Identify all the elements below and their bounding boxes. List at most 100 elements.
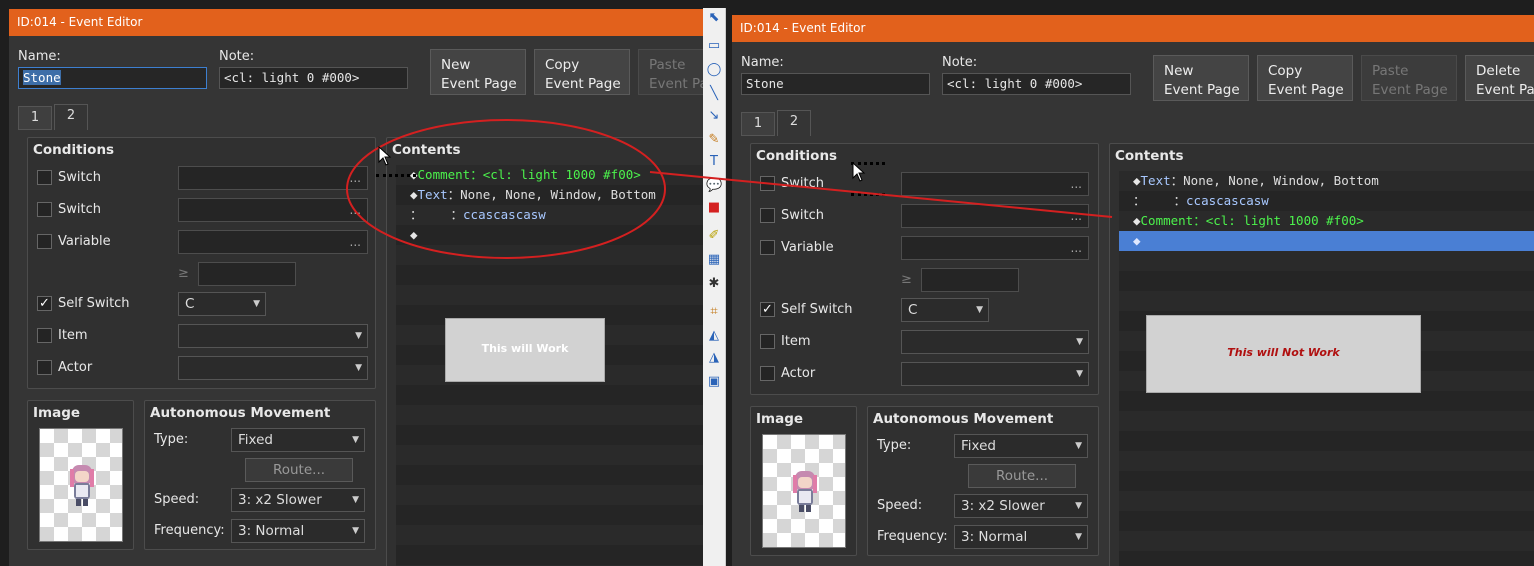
left-new-event-page-button[interactable]: New Event Page xyxy=(430,49,526,95)
right-variable-checkbox[interactable] xyxy=(760,240,775,255)
right-event-image[interactable] xyxy=(762,434,846,548)
flip-h-icon[interactable]: ◭ xyxy=(706,328,722,344)
left-frequency-dropdown[interactable]: 3: Normal ▼ xyxy=(231,519,365,543)
pointer-icon[interactable]: ⬉ xyxy=(706,10,722,26)
right-tab-1[interactable]: 1 xyxy=(741,112,775,136)
callout-icon[interactable]: 💬 xyxy=(706,178,722,194)
left-variable-selector[interactable]: ... xyxy=(178,230,368,254)
right-frequency-dropdown[interactable]: 3: Normal ▼ xyxy=(954,525,1088,549)
left-self-switch-dropdown[interactable]: C ▼ xyxy=(178,292,266,316)
right-switch2-checkbox[interactable] xyxy=(760,208,775,223)
left-actor-checkbox[interactable] xyxy=(37,360,52,375)
list-item[interactable]: ◆Comment：<cl: light 1000 #f00> xyxy=(410,165,641,185)
line-icon[interactable]: ╲ xyxy=(706,86,722,102)
left-route-button[interactable]: Route... xyxy=(245,458,353,482)
mouse-cursor-icon xyxy=(852,162,866,182)
right-name-input[interactable]: Stone xyxy=(741,73,930,95)
right-self-switch-dropdown[interactable]: C ▼ xyxy=(901,298,989,322)
right-switch2-selector[interactable]: ... xyxy=(901,204,1089,228)
left-variable-value-spinner[interactable] xyxy=(198,262,296,286)
chevron-down-icon: ▼ xyxy=(1076,337,1083,347)
list-item[interactable]: ：：ccascascasw xyxy=(410,205,546,225)
right-switch1-selector[interactable]: ... xyxy=(901,172,1089,196)
left-switch1-label: Switch xyxy=(58,170,101,185)
right-image-panel: Image xyxy=(750,406,857,556)
left-copy-event-page-button[interactable]: Copy Event Page xyxy=(534,49,630,95)
right-ge-symbol: ≥ xyxy=(901,272,912,287)
list-item[interactable]: ：：ccascascasw xyxy=(1133,191,1269,211)
right-actor-dropdown[interactable]: ▼ xyxy=(901,362,1089,386)
left-switch2-checkbox[interactable] xyxy=(37,202,52,217)
left-note-input[interactable]: <cl: light 0 #000> xyxy=(219,67,408,89)
left-actor-label: Actor xyxy=(58,360,93,375)
right-note-input[interactable]: <cl: light 0 #000> xyxy=(942,73,1131,95)
right-new-event-page-button[interactable]: New Event Page xyxy=(1153,55,1249,101)
left-window-titlebar[interactable]: ID:014 - Event Editor xyxy=(9,9,703,36)
left-speed-value: 3: x2 Slower xyxy=(238,492,322,508)
left-variable-checkbox[interactable] xyxy=(37,234,52,249)
right-window-titlebar[interactable]: ID:014 - Event Editor xyxy=(732,15,1534,42)
left-speed-dropdown[interactable]: 3: x2 Slower ▼ xyxy=(231,488,365,512)
left-type-dropdown[interactable]: Fixed ▼ xyxy=(231,428,365,452)
text-icon[interactable]: T xyxy=(706,154,722,170)
right-contents-panel: Contents ◆Text：None, None, Window, Botto… xyxy=(1109,143,1534,566)
list-item[interactable]: ◆ xyxy=(410,225,418,245)
left-item-checkbox[interactable] xyxy=(37,328,52,343)
rectangle-icon[interactable]: ▭ xyxy=(706,38,722,54)
right-actor-checkbox[interactable] xyxy=(760,366,775,381)
left-name-input[interactable]: Stone xyxy=(18,67,207,89)
left-image-title: Image xyxy=(33,405,81,421)
character-sprite xyxy=(70,465,94,506)
arrow-icon[interactable]: ↘ xyxy=(706,108,722,124)
left-switch2-selector[interactable]: ... xyxy=(178,198,368,222)
flip-v-icon[interactable]: ◮ xyxy=(706,350,722,366)
left-item-dropdown[interactable]: ▼ xyxy=(178,324,368,348)
right-delete-event-page-button[interactable]: Delete Event Pa xyxy=(1465,55,1534,101)
list-item[interactable]: ◆Text：None, None, Window, Bottom xyxy=(410,185,656,205)
frame-icon[interactable]: ▣ xyxy=(706,374,722,390)
ellipse-icon[interactable]: ◯ xyxy=(706,62,722,78)
mouse-cursor-icon xyxy=(378,146,392,166)
right-variable-selector[interactable]: ... xyxy=(901,236,1089,260)
highlighter-icon[interactable]: ✐ xyxy=(706,228,722,244)
left-tab-1[interactable]: 1 xyxy=(18,106,52,130)
left-switch1-checkbox[interactable] xyxy=(37,170,52,185)
right-self-switch-checkbox[interactable]: ✓ xyxy=(760,302,775,317)
stamp-icon[interactable]: ■ xyxy=(706,200,722,216)
right-contents-title: Contents xyxy=(1115,148,1184,164)
left-paste-event-page-button[interactable]: Paste Event Pa xyxy=(638,49,703,95)
right-frequency-label: Frequency: xyxy=(877,529,948,544)
right-switch1-checkbox[interactable] xyxy=(760,176,775,191)
list-item[interactable]: ◆Comment：<cl: light 1000 #f00> xyxy=(1133,211,1364,231)
crop-icon[interactable]: ⌗ xyxy=(706,304,722,320)
list-item[interactable]: ◆ xyxy=(1133,231,1141,251)
left-tab-2[interactable]: 2 xyxy=(54,104,88,130)
right-route-button[interactable]: Route... xyxy=(968,464,1076,488)
selection-dots xyxy=(376,174,416,187)
left-switch1-selector[interactable]: ... xyxy=(178,166,368,190)
right-type-dropdown[interactable]: Fixed ▼ xyxy=(954,434,1088,458)
pen-icon[interactable]: ✎ xyxy=(706,132,722,148)
magic-icon[interactable]: ✱ xyxy=(706,276,722,292)
left-item-label: Item xyxy=(58,328,88,343)
right-copy-event-page-button[interactable]: Copy Event Page xyxy=(1257,55,1353,101)
chevron-down-icon: ▼ xyxy=(352,435,359,445)
selected-row-highlight[interactable] xyxy=(1119,231,1534,251)
right-item-dropdown[interactable]: ▼ xyxy=(901,330,1089,354)
left-annotation-box: This will Work xyxy=(445,318,605,382)
right-paste-event-page-button[interactable]: Paste Event Page xyxy=(1361,55,1457,101)
left-self-switch-checkbox[interactable]: ✓ xyxy=(37,296,52,311)
list-item[interactable]: ◆Text：None, None, Window, Bottom xyxy=(1133,171,1379,191)
left-self-switch-label: Self Switch xyxy=(58,296,130,311)
right-tab-2[interactable]: 2 xyxy=(777,110,811,136)
right-item-label: Item xyxy=(781,334,811,349)
left-actor-dropdown[interactable]: ▼ xyxy=(178,356,368,380)
right-item-checkbox[interactable] xyxy=(760,334,775,349)
right-variable-value-spinner[interactable] xyxy=(921,268,1019,292)
left-switch2-label: Switch xyxy=(58,202,101,217)
left-event-editor-window: ID:014 - Event Editor Name: Stone Note: … xyxy=(9,9,703,566)
left-event-image[interactable] xyxy=(39,428,123,542)
right-speed-dropdown[interactable]: 3: x2 Slower ▼ xyxy=(954,494,1088,518)
chevron-down-icon: ▼ xyxy=(1076,369,1083,379)
blur-icon[interactable]: ▦ xyxy=(706,252,722,268)
